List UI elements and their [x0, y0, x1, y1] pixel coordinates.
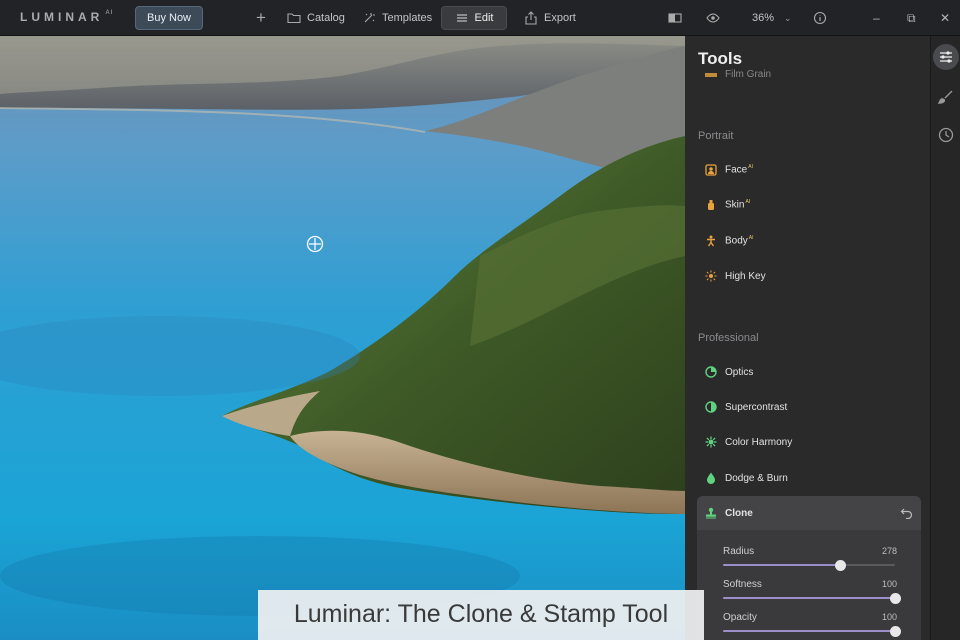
- tools-panel: Tools Film Grain Portrait FaceAI SkinAI …: [685, 36, 930, 640]
- clone-brush-cursor-icon: [306, 235, 324, 253]
- share-icon: [525, 11, 537, 25]
- history-clock-icon[interactable]: [933, 122, 959, 148]
- tool-high-key[interactable]: High Key: [705, 266, 766, 286]
- landscape-photo: [0, 36, 685, 640]
- buy-now-button[interactable]: Buy Now: [135, 6, 203, 30]
- right-tool-rail: [930, 36, 960, 640]
- chevron-down-icon: ⌄: [784, 12, 792, 23]
- color-harmony-icon: [705, 436, 717, 448]
- tool-skin[interactable]: SkinAI: [705, 195, 750, 215]
- edit-tab[interactable]: Edit: [441, 6, 507, 30]
- catalog-tab[interactable]: Catalog: [287, 0, 345, 36]
- opacity-slider-handle[interactable]: [890, 626, 901, 637]
- clone-tool-panel: Clone Radius 278 Softness 100 Opacity 10…: [697, 496, 921, 640]
- softness-label: Softness: [723, 579, 762, 590]
- skin-icon: [708, 200, 714, 210]
- templates-tab[interactable]: Templates: [362, 0, 432, 36]
- radius-slider-fill: [723, 564, 840, 566]
- tool-optics[interactable]: Optics: [705, 362, 753, 382]
- tool-dodge-burn[interactable]: Dodge & Burn: [705, 468, 788, 488]
- section-portrait: Portrait: [698, 130, 734, 142]
- restore-icon[interactable]: ⧉: [907, 0, 916, 36]
- section-professional: Professional: [698, 332, 759, 344]
- panel-title: Tools: [698, 49, 743, 68]
- compare-icon[interactable]: [668, 0, 682, 36]
- clone-stamp-icon: [706, 507, 716, 519]
- add-photos-icon[interactable]: +: [256, 0, 266, 36]
- brush-icon[interactable]: [933, 84, 959, 110]
- highkey-icon: [705, 270, 717, 282]
- caption-banner: Luminar: The Clone & Stamp Tool: [258, 590, 704, 640]
- tool-color-harmony[interactable]: Color Harmony: [705, 432, 792, 452]
- tool-body[interactable]: BodyAI: [705, 231, 754, 251]
- softness-slider-fill: [723, 597, 895, 599]
- tool-film-grain[interactable]: Film Grain: [705, 69, 771, 80]
- info-icon[interactable]: [813, 0, 827, 36]
- sliders-icon: [456, 14, 467, 22]
- photo-canvas[interactable]: [0, 36, 685, 640]
- export-tab[interactable]: Export: [524, 0, 576, 36]
- body-icon: [707, 235, 715, 247]
- radius-slider-handle[interactable]: [834, 560, 846, 571]
- softness-value[interactable]: 100: [882, 579, 897, 589]
- opacity-label: Opacity: [723, 612, 757, 623]
- tool-clone[interactable]: Clone: [705, 503, 753, 523]
- opacity-slider-fill: [723, 630, 895, 632]
- dodge-burn-icon: [707, 472, 715, 484]
- film-grain-icon: [705, 72, 717, 77]
- opacity-value[interactable]: 100: [882, 612, 897, 622]
- radius-value[interactable]: 278: [882, 546, 897, 556]
- softness-slider[interactable]: [723, 593, 901, 604]
- magic-wand-icon: [364, 13, 375, 23]
- radius-label: Radius: [723, 546, 755, 557]
- radius-slider[interactable]: [723, 560, 895, 571]
- softness-slider-handle[interactable]: [890, 593, 901, 604]
- face-icon: [705, 164, 717, 176]
- close-icon[interactable]: ✕: [940, 0, 950, 36]
- app-logo: LUMINAR AI: [20, 10, 114, 24]
- tool-supercontrast[interactable]: Supercontrast: [705, 397, 787, 417]
- tool-face[interactable]: FaceAI: [705, 160, 753, 180]
- undo-icon[interactable]: [900, 506, 913, 519]
- minimize-icon[interactable]: –: [873, 0, 880, 36]
- folder-icon: [287, 13, 301, 24]
- tools-sliders-icon[interactable]: [933, 44, 959, 70]
- opacity-slider[interactable]: [723, 626, 901, 637]
- eye-icon[interactable]: [706, 0, 720, 36]
- zoom-dropdown[interactable]: 36% ⌄: [752, 0, 792, 36]
- optics-icon: [705, 366, 717, 378]
- top-bar: LUMINAR AI Buy Now + Catalog Templates Ed…: [0, 0, 960, 36]
- supercontrast-icon: [705, 401, 717, 413]
- clone-tool-header[interactable]: Clone: [697, 496, 921, 530]
